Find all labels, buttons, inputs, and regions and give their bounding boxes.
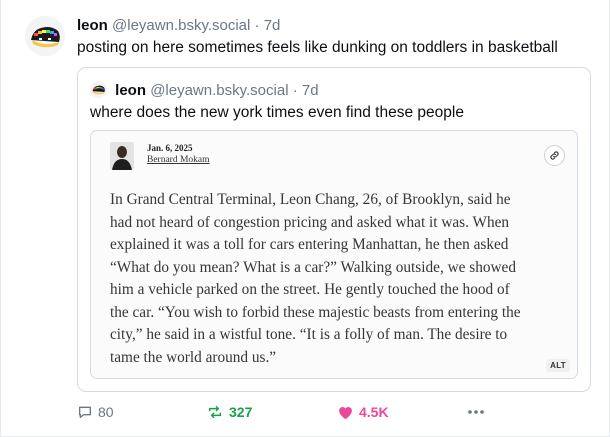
article-line: “What do you mean? What is a car?” Walki… [110, 258, 516, 276]
article-line: In Grand Central Terminal, Leon Chang, 2… [110, 191, 511, 208]
separator-dot: · [292, 82, 298, 99]
link-button[interactable] [544, 145, 565, 166]
article-line: explained it was a toll for cars enterin… [110, 236, 509, 253]
article-author: Bernard Mokam [147, 155, 210, 165]
repost-button[interactable]: 327 [206, 401, 252, 423]
more-icon [468, 410, 484, 414]
quoted-post[interactable]: leon @leyawn.bsky.social · 7d where does… [77, 67, 591, 392]
author-avatar[interactable] [25, 16, 65, 56]
article-line: city,” he said in a wistful tone. “It is… [110, 326, 508, 343]
avatar-rainbow-cat-icon [90, 81, 107, 98]
author-handle[interactable]: @leyawn.bsky.social [112, 17, 250, 34]
link-icon [550, 151, 559, 160]
post-header: leon @leyawn.bsky.social · 7d [77, 16, 280, 36]
article-line: tame the world around us.” [110, 348, 277, 366]
quoted-author-name[interactable]: leon [115, 82, 146, 99]
repost-count: 327 [229, 404, 253, 420]
person-photo-icon [110, 142, 134, 170]
quoted-post-header: leon @leyawn.bsky.social · 7d [90, 81, 319, 101]
alt-badge[interactable]: ALT [546, 359, 570, 372]
reply-icon [79, 406, 91, 418]
post-text: posting on here sometimes feels like dun… [77, 39, 558, 56]
quoted-post-text: where does the new york times even find … [90, 104, 464, 121]
quoted-author-avatar[interactable] [90, 81, 107, 98]
article-excerpt: In Grand Central Terminal, Leon Chang, 2… [110, 189, 570, 369]
quoted-post-time[interactable]: 7d [302, 82, 319, 99]
article-line: the car. “You wish to forbid these majes… [110, 303, 521, 321]
post-card[interactable]: leon @leyawn.bsky.social · 7d posting on… [0, 0, 610, 437]
reply-count: 80 [98, 404, 114, 420]
article-line: had not heard of congestion pricing and … [110, 213, 510, 231]
reply-button[interactable]: 80 [77, 401, 114, 423]
quoted-author-handle[interactable]: @leyawn.bsky.social [150, 82, 288, 99]
heart-icon [339, 407, 352, 420]
author-photo [110, 142, 134, 170]
post-actions: 80 327 4.5K [77, 401, 497, 423]
post-time[interactable]: 7d [264, 17, 281, 34]
repost-icon [208, 405, 222, 419]
more-options-button[interactable] [466, 401, 486, 423]
article-date: Jan. 6, 2025 [147, 143, 193, 153]
like-count: 4.5K [359, 404, 389, 420]
avatar-rainbow-cat-icon [25, 16, 65, 56]
like-button[interactable]: 4.5K [337, 401, 389, 423]
quoted-post-image[interactable]: Jan. 6, 2025 Bernard Mokam In Grand Cent… [90, 130, 578, 379]
article-line: him a vehicle parked on the street. He g… [110, 281, 510, 298]
separator-dot: · [254, 17, 260, 34]
author-name[interactable]: leon [77, 17, 108, 34]
